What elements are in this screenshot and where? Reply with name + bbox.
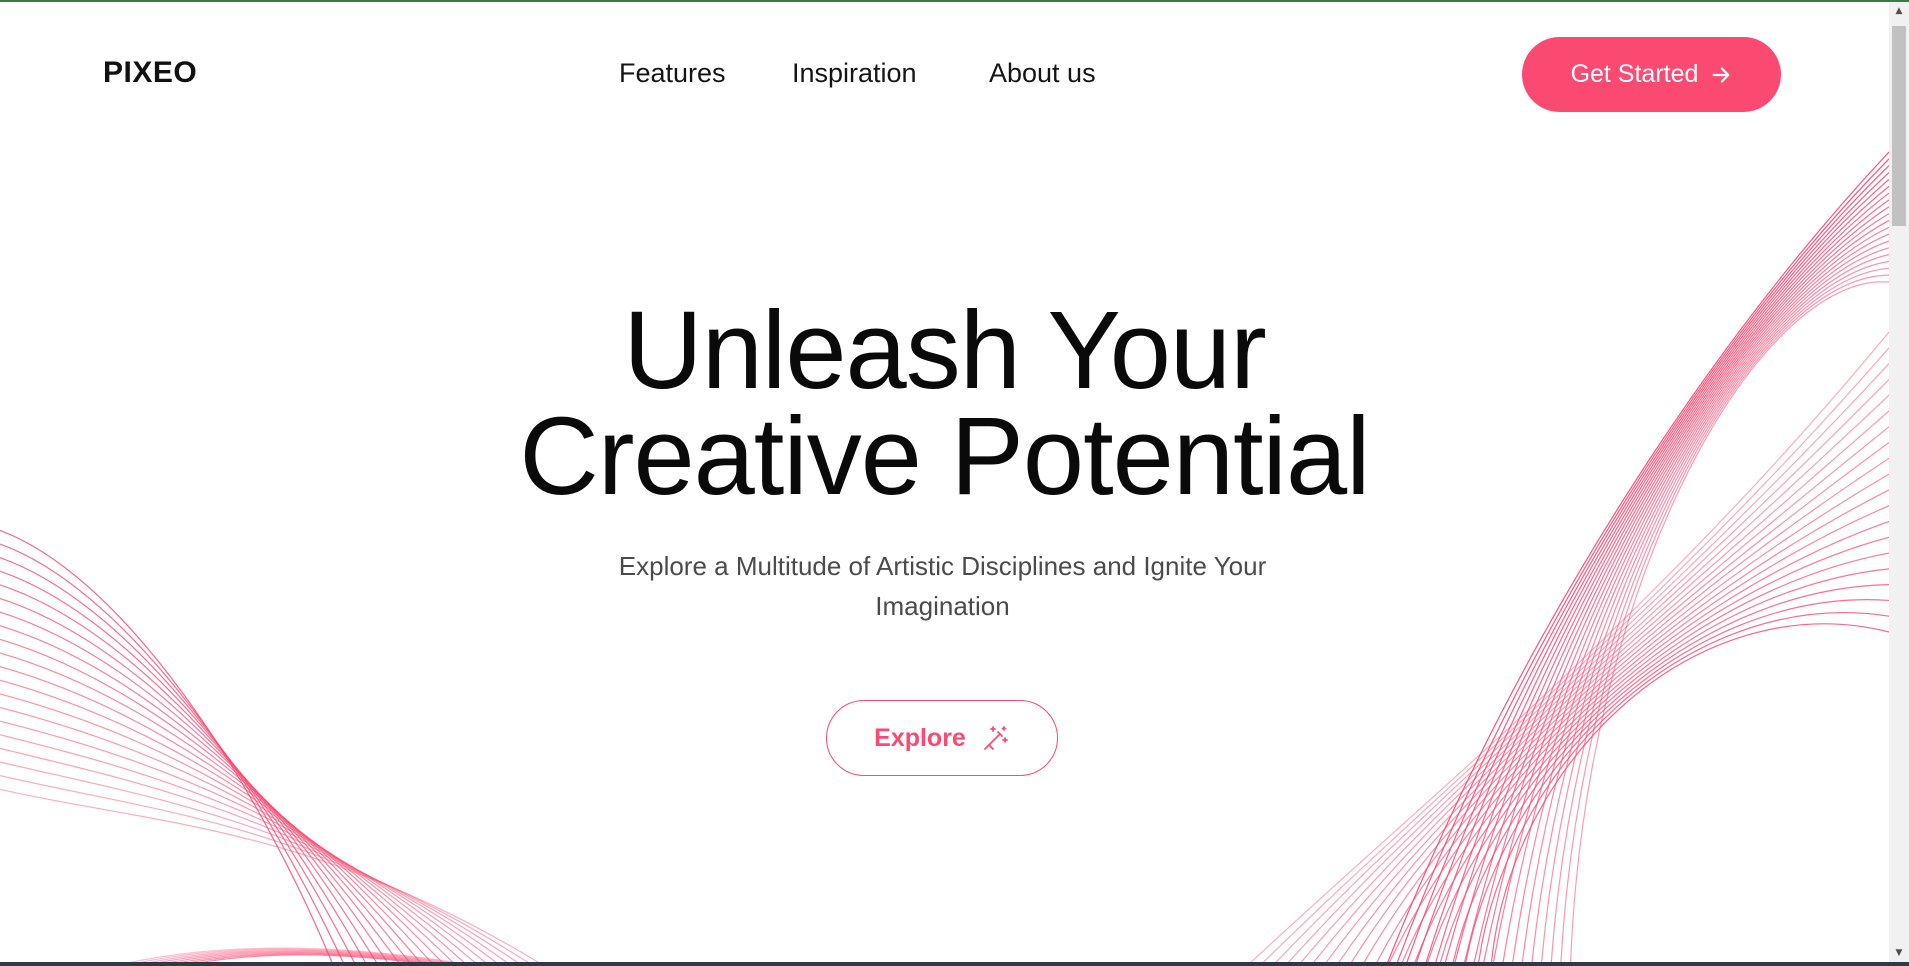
hero-subtitle: Explore a Multitude of Artistic Discipli…: [618, 551, 1267, 621]
hero-headline-line-2: Creative Potential: [519, 395, 1370, 518]
wave-line: [0, 761, 518, 962]
wave-line: [0, 652, 432, 962]
hero-headline: Unleash Your Creative Potential: [0, 289, 1889, 518]
nav-link-inspiration[interactable]: Inspiration: [792, 58, 917, 89]
hero-headline-line-1: Unleash Your: [623, 289, 1266, 412]
scroll-down-arrow-icon[interactable]: ▼: [1889, 944, 1909, 962]
wave-line: [1439, 568, 1889, 962]
wave-line: [0, 638, 421, 962]
page-viewport: PIXEO Features Inspiration About us Get …: [0, 2, 1889, 962]
arrow-right-icon: [1712, 66, 1730, 83]
wave-line: [0, 557, 355, 962]
wave-lines-right: [1250, 151, 1889, 962]
nav-link-about-us[interactable]: About us: [989, 58, 1096, 89]
get-started-button[interactable]: Get Started: [1522, 37, 1781, 112]
wave-lines-bottom: [129, 947, 458, 962]
wave-line: [0, 679, 454, 962]
taskbar-edge: [0, 962, 1909, 966]
scroll-up-arrow-icon[interactable]: ▲: [1889, 2, 1909, 20]
brand-logo[interactable]: PIXEO: [103, 56, 197, 90]
wave-line: [0, 775, 529, 962]
wave-line: [0, 584, 377, 962]
magic-wand-icon: [983, 726, 1008, 750]
get-started-label: Get Started: [1570, 60, 1699, 88]
wave-line: [1401, 520, 1889, 962]
wave-lines-left: [0, 529, 539, 962]
vertical-scrollbar[interactable]: ▲ ▼: [1889, 2, 1909, 962]
wave-line: [0, 734, 497, 962]
nav-link-features[interactable]: Features: [619, 58, 726, 89]
explore-label: Explore: [874, 723, 966, 752]
wave-line: [0, 529, 333, 962]
wave-line: [0, 706, 476, 962]
explore-button[interactable]: Explore: [826, 700, 1058, 776]
wave-line: [1452, 584, 1889, 962]
wave-line: [0, 570, 366, 962]
wave-line: [0, 693, 465, 962]
scrollbar-thumb[interactable]: [1892, 26, 1906, 226]
wave-line: [0, 747, 508, 962]
wave-line: [1490, 623, 1889, 962]
